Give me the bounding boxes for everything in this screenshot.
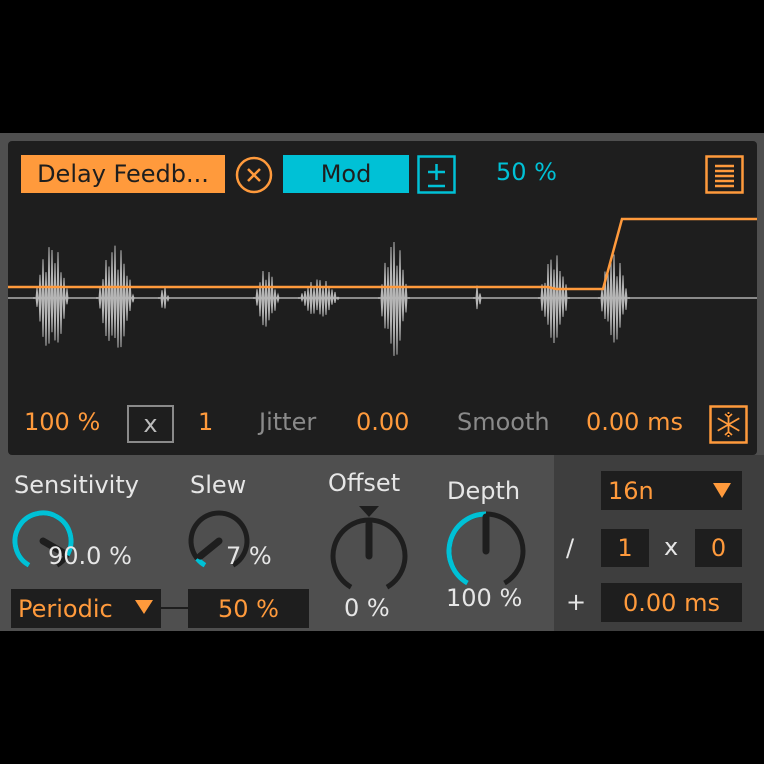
mod-label: Mod xyxy=(320,160,372,188)
division-dropdown[interactable]: 16n xyxy=(601,471,742,510)
plus-minus-icon[interactable] xyxy=(417,155,456,194)
knob-needle xyxy=(196,537,223,560)
offset-knob[interactable] xyxy=(326,503,412,597)
jitter-value[interactable]: 0.00 xyxy=(356,408,409,436)
trigger-mode-value: Periodic xyxy=(18,594,113,623)
multiply-button[interactable]: x xyxy=(127,405,174,443)
mod-mode-button[interactable]: Mod xyxy=(283,155,409,193)
triangle-down-icon xyxy=(135,600,153,614)
close-circle-icon[interactable] xyxy=(235,156,273,194)
divide-symbol: / xyxy=(566,534,575,562)
offset-label: Offset xyxy=(328,469,401,497)
snowflake-icon[interactable] xyxy=(709,405,748,444)
times-symbol: x xyxy=(664,533,679,561)
knob-value-arc xyxy=(195,556,207,568)
depth-knob[interactable] xyxy=(443,508,529,594)
connector-line xyxy=(161,607,188,609)
slew-value[interactable]: 7 % xyxy=(226,542,272,570)
sensitivity-value[interactable]: 90.0 % xyxy=(48,542,132,570)
divisor-field[interactable]: 1 xyxy=(601,529,649,567)
multiplier-value[interactable]: 1 xyxy=(198,408,213,436)
plus-symbol: + xyxy=(566,588,587,616)
factor-value: 0 xyxy=(710,534,727,562)
division-value: 16n xyxy=(608,476,654,505)
center-marker-icon xyxy=(359,506,379,517)
knob-value-arc xyxy=(446,511,487,586)
depth-value[interactable]: 100 % xyxy=(446,584,522,612)
trigger-value: 50 % xyxy=(218,594,279,623)
depth-label: Depth xyxy=(447,477,521,505)
sensitivity-label: Sensitivity xyxy=(14,471,139,499)
smooth-value[interactable]: 0.00 ms xyxy=(586,408,683,436)
jitter-label: Jitter xyxy=(259,408,317,436)
mod-amount[interactable]: 50 % xyxy=(496,158,557,186)
parameter-label: Delay Feedb... xyxy=(37,160,209,188)
triangle-down-icon xyxy=(713,483,731,498)
slew-label: Slew xyxy=(190,471,247,499)
factor-field[interactable]: 0 xyxy=(695,529,742,567)
list-icon[interactable] xyxy=(705,155,744,194)
parameter-select-button[interactable]: Delay Feedb... xyxy=(21,155,225,193)
trigger-mode-dropdown[interactable]: Periodic xyxy=(11,589,161,628)
waveform-graph xyxy=(8,217,757,356)
gain-value[interactable]: 100 % xyxy=(24,408,100,436)
trigger-value-field[interactable]: 50 % xyxy=(188,589,309,628)
offset-value[interactable]: 0 % xyxy=(344,594,390,622)
multiply-symbol: x xyxy=(143,410,158,438)
rate-offset-field[interactable]: 0.00 ms xyxy=(601,583,742,622)
divisor-value: 1 xyxy=(617,534,633,562)
smooth-label: Smooth xyxy=(457,408,550,436)
rate-offset-value: 0.00 ms xyxy=(623,588,720,617)
